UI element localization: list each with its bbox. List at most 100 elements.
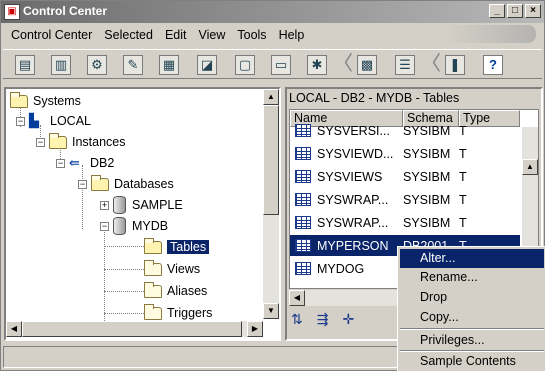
tree-horizontal-scrollbar[interactable]: ◀ ▶ xyxy=(6,321,263,337)
brand-logo xyxy=(446,25,536,43)
list-icon[interactable]: ☰ xyxy=(395,55,415,75)
tree-node-db2[interactable]: − ⇚ DB2 xyxy=(56,154,114,172)
table-row[interactable]: SYSVIEWS SYSIBM T xyxy=(290,166,520,187)
gear-icon[interactable]: ✱ xyxy=(307,55,327,75)
folder-icon xyxy=(144,281,162,298)
menu-edit[interactable]: Edit xyxy=(159,26,193,42)
database-icon[interactable]: ▥ xyxy=(51,55,71,75)
table-row[interactable]: SYSWRAP... SYSIBM T xyxy=(290,212,520,233)
menu-item-drop[interactable]: Drop xyxy=(400,288,544,307)
control-center-window: ▣ Control Center _ □ × Control Center Se… xyxy=(0,0,545,371)
tree-node-tables[interactable]: Tables xyxy=(144,237,210,256)
list-horizontal-scrollbar[interactable]: ◀ xyxy=(289,290,399,306)
tools-icon[interactable]: ⚙ xyxy=(87,55,107,75)
tree-node-systems[interactable]: Systems xyxy=(10,91,81,110)
tree-node-instances[interactable]: − Instances xyxy=(36,132,126,151)
toolbar-separator: 〈 xyxy=(421,53,441,75)
scroll-up-icon[interactable]: ▲ xyxy=(263,89,279,105)
context-menu: Alter... Rename... Drop Copy... Privileg… xyxy=(397,246,545,371)
table-icon xyxy=(295,170,311,183)
menu-tools[interactable]: Tools xyxy=(231,26,272,42)
expand-icon[interactable]: + xyxy=(100,200,109,210)
tree-node-triggers[interactable]: Triggers xyxy=(144,303,213,322)
table-icon xyxy=(295,239,311,252)
menu-control-center[interactable]: Control Center xyxy=(5,26,98,42)
script-icon[interactable]: ✎ xyxy=(123,55,143,75)
table-row[interactable]: SYSVERSI... SYSIBM T xyxy=(290,120,520,141)
scroll-left-icon[interactable]: ◀ xyxy=(289,290,305,306)
close-button[interactable]: × xyxy=(525,4,541,18)
tree-label: SAMPLE xyxy=(132,198,183,212)
table-icon xyxy=(295,124,311,137)
title-bar[interactable]: ▣ Control Center _ □ × xyxy=(1,1,544,23)
folder-icon xyxy=(10,91,28,108)
scroll-up-icon[interactable]: ▲ xyxy=(522,159,538,175)
chart-icon[interactable]: ◪ xyxy=(197,55,217,75)
menu-item-privileges[interactable]: Privileges... xyxy=(400,331,544,350)
folder-icon xyxy=(144,259,162,276)
tree-node-aliases[interactable]: Aliases xyxy=(144,281,207,300)
help-button[interactable]: ? xyxy=(483,55,503,75)
menu-item-rename[interactable]: Rename... xyxy=(400,268,544,287)
tree-label: Instances xyxy=(72,135,126,149)
menu-view[interactable]: View xyxy=(193,26,232,42)
scroll-thumb[interactable] xyxy=(22,321,242,337)
tree-label: DB2 xyxy=(90,156,115,170)
app-icon: ▣ xyxy=(4,4,20,20)
tree-label: LOCAL xyxy=(50,114,91,128)
maximize-button[interactable]: □ xyxy=(507,4,523,18)
pane-title: LOCAL - DB2 - MYDB - Tables xyxy=(289,91,460,105)
menu-item-alter[interactable]: Alter... xyxy=(400,249,544,268)
computer-icon: ▙ xyxy=(29,113,39,128)
server-icon[interactable]: ▤ xyxy=(15,55,35,75)
filter-icon[interactable]: ⇶ xyxy=(317,311,329,328)
table-row[interactable]: SYSVIEWD... SYSIBM T xyxy=(290,143,520,164)
toolbar: ▤ ▥ ⚙ ✎ ▦ ◪ ▢ ▭ ✱ 〈 ▩ ☰ 〈 ❚ ? xyxy=(3,49,542,79)
tree-node-mydb[interactable]: − MYDB xyxy=(100,217,168,235)
menu-help[interactable]: Help xyxy=(273,26,311,42)
scroll-down-icon[interactable]: ▼ xyxy=(263,303,279,319)
collapse-icon[interactable]: − xyxy=(36,137,45,147)
scroll-right-icon[interactable]: ▶ xyxy=(247,321,263,337)
minimize-button[interactable]: _ xyxy=(489,4,505,18)
database-icon xyxy=(113,196,126,214)
window-icon[interactable]: ▢ xyxy=(235,55,255,75)
command-icon[interactable]: ▭ xyxy=(271,55,291,75)
table-icon xyxy=(295,216,311,229)
tree-node-local[interactable]: − ▙ LOCAL xyxy=(16,112,91,130)
folder-icon xyxy=(144,303,162,320)
tree-label: Triggers xyxy=(167,306,213,320)
table-icon xyxy=(295,262,311,275)
customize-columns-icon[interactable]: ✛ xyxy=(342,311,354,328)
database-icon xyxy=(113,217,126,235)
tree-vertical-scrollbar[interactable]: ▲ ▼ xyxy=(263,89,279,319)
tree-label: Tables xyxy=(167,240,210,254)
object-tree: Systems − ▙ LOCAL − Instances − ⇚ DB2 − … xyxy=(4,87,281,341)
table-icon xyxy=(295,193,311,206)
folder-icon xyxy=(91,174,109,191)
scroll-left-icon[interactable]: ◀ xyxy=(6,321,22,337)
menu-separator xyxy=(400,328,544,330)
table-row[interactable]: SYSWRAP... SYSIBM T xyxy=(290,189,520,210)
collapse-icon[interactable]: − xyxy=(78,179,87,189)
collapse-icon[interactable]: − xyxy=(16,116,25,126)
table-icon xyxy=(295,147,311,160)
tree-node-databases[interactable]: − Databases xyxy=(78,174,174,193)
grid-icon[interactable]: ▩ xyxy=(357,55,377,75)
menu-item-sample-contents[interactable]: Sample Contents xyxy=(400,352,544,371)
tree-node-sample[interactable]: + SAMPLE xyxy=(100,196,183,214)
document-icon[interactable]: ▦ xyxy=(159,55,179,75)
tree-node-views[interactable]: Views xyxy=(144,259,200,278)
book-icon[interactable]: ❚ xyxy=(445,55,465,75)
sort-icon[interactable]: ⇅ xyxy=(291,311,303,328)
tree-label: MYDB xyxy=(132,219,169,233)
collapse-icon[interactable]: − xyxy=(56,158,65,168)
window-title: Control Center xyxy=(23,4,107,18)
toolbar-separator: 〈 xyxy=(333,53,353,75)
folder-icon xyxy=(144,237,162,254)
menu-item-copy[interactable]: Copy... xyxy=(400,308,544,327)
collapse-icon[interactable]: − xyxy=(100,221,109,231)
list-toolbar: ⇅ ⇶ ✛ xyxy=(291,311,354,328)
scroll-thumb[interactable] xyxy=(263,105,279,215)
menu-selected[interactable]: Selected xyxy=(98,26,159,42)
